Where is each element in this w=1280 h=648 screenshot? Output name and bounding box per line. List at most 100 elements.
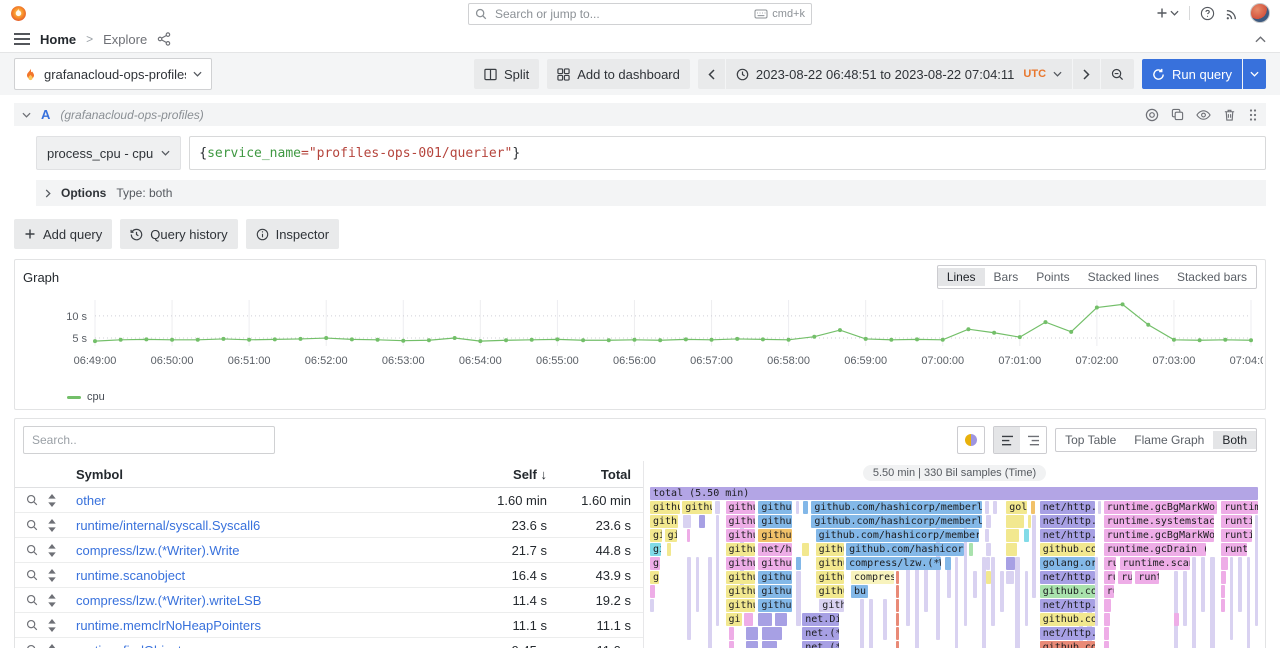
flame-block[interactable] [973, 571, 977, 598]
flame-frame[interactable]: net.Di [802, 613, 839, 626]
query-history-button[interactable]: Query history [120, 219, 237, 249]
flame-frame[interactable]: runtin [1221, 529, 1252, 542]
flame-block[interactable] [716, 515, 720, 626]
flame-frame[interactable]: run [1118, 571, 1132, 584]
flame-frame-sliver[interactable] [758, 613, 772, 626]
flame-frame-sliver[interactable] [796, 557, 800, 570]
flame-frame-sliver[interactable] [699, 515, 705, 528]
flame-frame-sliver[interactable] [1221, 585, 1225, 598]
symbol-link[interactable]: compress/lzw.(*Writer).writeLSB [76, 593, 455, 608]
flame-frame[interactable]: net/h [758, 543, 792, 556]
flame-frame-sliver[interactable] [986, 515, 991, 528]
flame-frame[interactable]: githu [758, 529, 792, 542]
sandwich-view-icon[interactable] [47, 644, 57, 648]
flame-frame-sliver[interactable] [729, 627, 734, 640]
flame-frame-sliver[interactable] [896, 585, 899, 598]
flame-frame-sliver[interactable] [1024, 529, 1029, 542]
flame-frame[interactable]: githu [726, 571, 755, 584]
flame-frame-sliver[interactable] [744, 613, 753, 626]
flame-frame-sliver[interactable] [802, 543, 808, 556]
radio-option-both[interactable]: Both [1213, 431, 1256, 449]
flame-frame-sliver[interactable] [650, 585, 655, 598]
flame-frame[interactable]: githu [758, 599, 792, 612]
help-icon[interactable] [1200, 6, 1215, 21]
radio-option-bars[interactable]: Bars [985, 268, 1028, 286]
flame-frame-sliver[interactable] [1104, 641, 1109, 648]
flame-frame-sliver[interactable] [746, 627, 758, 640]
flame-frame[interactable]: github.com/hashicorp/memberlist.( [811, 515, 982, 528]
flame-frame-sliver[interactable] [1221, 557, 1227, 570]
flame-frame[interactable]: runtime [1221, 501, 1258, 514]
flame-frame-sliver[interactable] [896, 613, 899, 626]
flame-frame[interactable]: rur [1104, 571, 1115, 584]
flame-frame-sliver[interactable] [762, 641, 777, 648]
search-symbol-icon[interactable] [26, 569, 38, 582]
flame-frame-sliver[interactable] [729, 641, 734, 648]
flame-frame[interactable]: net/http.ser [1040, 515, 1095, 528]
trash-icon[interactable] [1223, 108, 1236, 122]
radio-option-stacked-lines[interactable]: Stacked lines [1079, 268, 1168, 286]
flame-frame-sliver[interactable] [1221, 571, 1226, 584]
flame-frame[interactable]: githu [726, 501, 755, 514]
flame-block[interactable] [1210, 557, 1214, 648]
search-symbol-icon[interactable] [26, 644, 38, 648]
flame-frame[interactable]: run [1104, 557, 1116, 570]
sandwich-view-icon[interactable] [47, 619, 57, 632]
flame-frame[interactable]: gi [726, 613, 742, 626]
flame-block[interactable] [1238, 557, 1242, 612]
flame-frame[interactable]: git [650, 529, 662, 542]
flame-block[interactable] [1255, 515, 1259, 626]
flame-frame[interactable]: githu [758, 571, 792, 584]
symbol-link[interactable]: runtime.findObject [76, 643, 455, 648]
flame-frame-sliver[interactable] [1028, 515, 1032, 528]
radio-option-top-table[interactable]: Top Table [1056, 431, 1125, 449]
flame-frame-sliver[interactable] [650, 599, 654, 612]
flame-frame[interactable]: github.cc [816, 543, 844, 556]
flame-frame[interactable]: net/http.Har [1040, 627, 1095, 640]
align-left-button[interactable] [994, 427, 1020, 453]
flame-frame[interactable]: github. [650, 515, 678, 528]
flame-frame[interactable]: total (5.50 min) [650, 487, 1258, 500]
flame-frame-sliver[interactable] [896, 641, 899, 648]
flame-frame[interactable]: github.e [816, 557, 844, 570]
flame-frame[interactable]: githu [726, 557, 755, 570]
radio-option-points[interactable]: Points [1027, 268, 1078, 286]
flame-frame[interactable]: runt [1135, 571, 1158, 584]
flame-frame[interactable]: github.com/c [1040, 585, 1095, 598]
flame-frame[interactable]: runtime.gcBgMarkWorke [1104, 529, 1214, 542]
flame-frame-sliver[interactable] [1006, 529, 1018, 542]
flame-block[interactable] [1174, 571, 1178, 648]
flame-frame-sliver[interactable] [986, 543, 991, 556]
flame-frame[interactable]: runtime.gcBgMarkWorke [1104, 501, 1217, 514]
run-query-button[interactable]: Run query [1142, 59, 1242, 89]
share-icon[interactable] [157, 32, 171, 46]
symbol-link[interactable]: runtime.memclrNoHeapPointers [76, 618, 455, 633]
flame-frame[interactable]: githu [758, 501, 792, 514]
flame-frame[interactable]: githu [758, 515, 792, 528]
flame-frame-sliver[interactable] [985, 501, 989, 514]
flame-frame[interactable]: github.cc [650, 501, 680, 514]
flame-frame[interactable]: githu [726, 529, 755, 542]
flame-frame[interactable]: net/http.Han [1040, 599, 1095, 612]
radio-option-flame-graph[interactable]: Flame Graph [1125, 431, 1213, 449]
flame-frame[interactable]: github.com/hashicorp/memberlist.(* [811, 501, 982, 514]
flame-block[interactable] [1230, 557, 1234, 640]
flame-frame[interactable]: rur [1104, 585, 1114, 598]
flame-frame-sliver[interactable] [896, 599, 899, 612]
breadcrumb-home[interactable]: Home [40, 32, 76, 47]
flame-frame-sliver[interactable] [1104, 613, 1110, 626]
flame-frame-sliver[interactable] [775, 613, 786, 626]
flame-frame[interactable]: git [650, 571, 659, 584]
flame-block[interactable] [1201, 557, 1205, 612]
radio-option-lines[interactable]: Lines [938, 268, 985, 286]
flame-block[interactable] [1183, 571, 1187, 626]
flame-frame[interactable]: runt; [1221, 543, 1247, 556]
flame-frame-sliver[interactable] [687, 529, 691, 542]
flame-block[interactable] [708, 557, 712, 648]
query-expression-input[interactable]: {service_name="profiles-ops-001/querier"… [189, 136, 1266, 170]
new-menu-button[interactable] [1156, 7, 1179, 19]
flame-block[interactable] [860, 599, 864, 648]
copy-icon[interactable] [1171, 108, 1184, 121]
profile-type-picker[interactable]: process_cpu - cpu [36, 136, 181, 170]
chevron-up-icon[interactable] [1255, 36, 1266, 43]
